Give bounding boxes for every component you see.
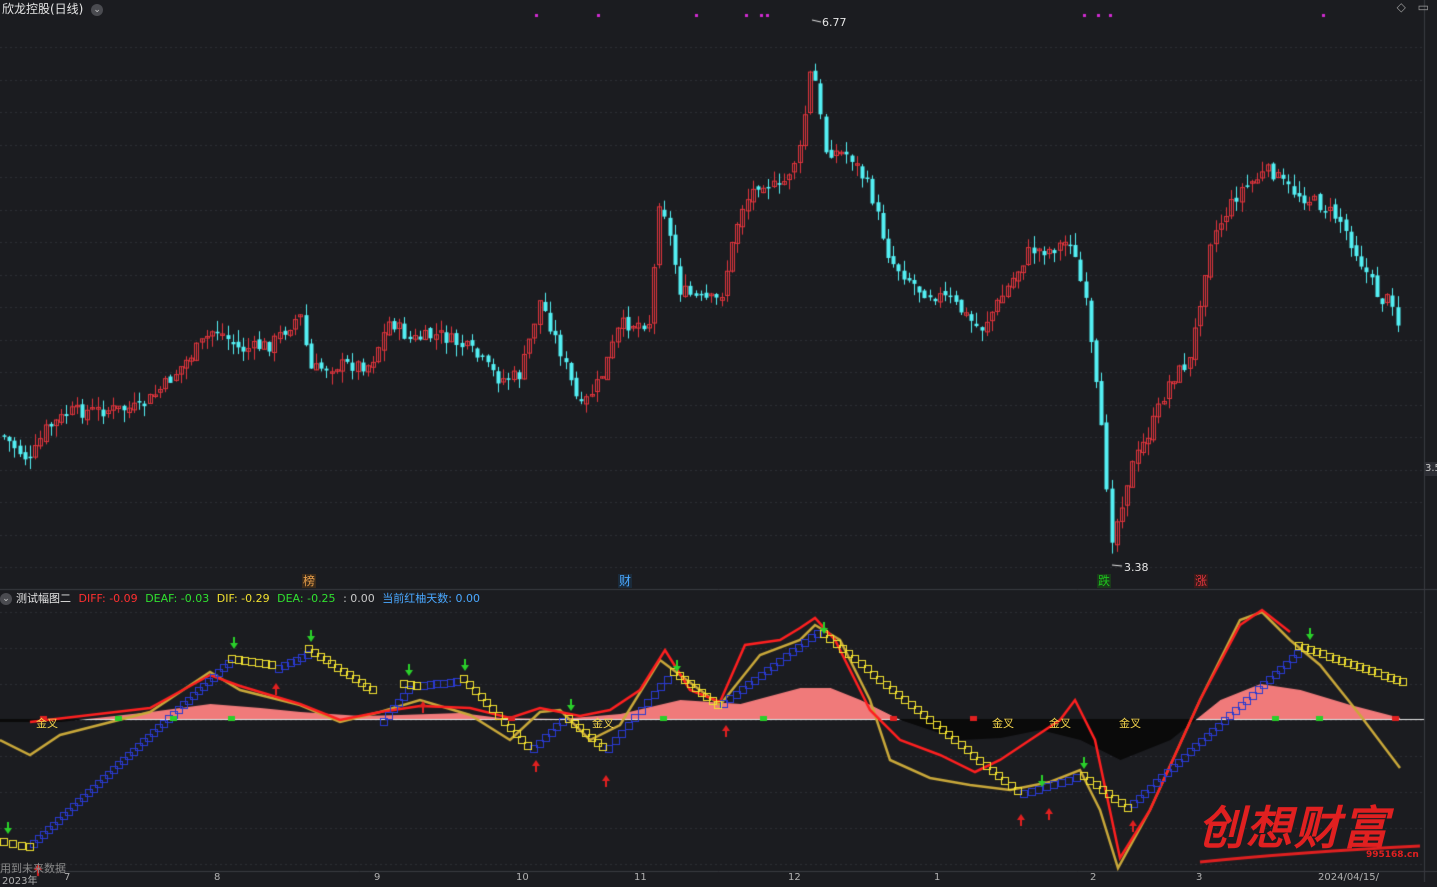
- field-blank: : 0.00: [343, 592, 375, 605]
- field-red-days: 当前红柚天数: 0.00: [382, 592, 480, 605]
- date-tick: 3: [1196, 872, 1203, 883]
- date-tick: 2: [1090, 872, 1097, 883]
- window-close-icon[interactable]: ▭: [1418, 0, 1429, 14]
- golden-cross-label: 金叉: [592, 717, 614, 730]
- watermark-url: 995168.cn: [1366, 850, 1419, 860]
- field-diff: DIFF: -0.09: [78, 592, 138, 605]
- field-dea: DEA: -0.25: [277, 592, 336, 605]
- date-tick: 10: [516, 872, 529, 883]
- date-tick: 8: [214, 872, 221, 883]
- high-price-label: 6.77: [822, 16, 847, 29]
- date-axis: 2023年 7 8 9 10 11 12 1 2 3 2024/04/15/: [0, 872, 1437, 887]
- date-tick: 12: [788, 872, 801, 883]
- chevron-down-icon[interactable]: ⌄: [0, 593, 12, 605]
- indicator-name[interactable]: 测试幅图二: [16, 592, 71, 605]
- date-tick: 2024/04/15/: [1318, 872, 1380, 883]
- date-tick: 11: [634, 872, 647, 883]
- top-right-toolbar: ◇ ▭: [1389, 0, 1429, 14]
- date-tick: 9: [374, 872, 381, 883]
- chevron-down-icon[interactable]: ⌄: [91, 3, 104, 16]
- window-title: 欣龙控股(日线) ⌄: [2, 0, 104, 17]
- price-axis-label: 3.5: [1425, 462, 1437, 476]
- event-marker-die[interactable]: 跌: [1097, 574, 1112, 588]
- date-tick: 1: [934, 872, 941, 883]
- settings-icon[interactable]: ◇: [1397, 0, 1406, 14]
- field-dif: DIF: -0.29: [216, 592, 270, 605]
- golden-cross-label: 金叉: [36, 717, 58, 730]
- event-marker-bang[interactable]: 榜: [302, 574, 317, 588]
- event-marker-zhang[interactable]: 涨: [1194, 574, 1209, 588]
- stock-title: 欣龙控股(日线): [2, 2, 84, 16]
- date-tick: 7: [64, 872, 71, 883]
- golden-cross-label: 金叉: [1119, 717, 1141, 730]
- golden-cross-label: 金叉: [992, 717, 1014, 730]
- field-deaf: DEAF: -0.03: [145, 592, 210, 605]
- indicator-header: ⌄ 测试幅图二 DIFF: -0.09 DEAF: -0.03 DIF: -0.2…: [0, 590, 484, 606]
- watermark-logo: 创想财富: [1198, 801, 1390, 855]
- event-marker-cai[interactable]: 财: [618, 574, 633, 588]
- date-tick: 2023年: [2, 876, 38, 887]
- low-price-label: 3.38: [1124, 561, 1149, 574]
- golden-cross-label: 金叉: [1049, 717, 1071, 730]
- candlestick-chart[interactable]: [0, 0, 1437, 882]
